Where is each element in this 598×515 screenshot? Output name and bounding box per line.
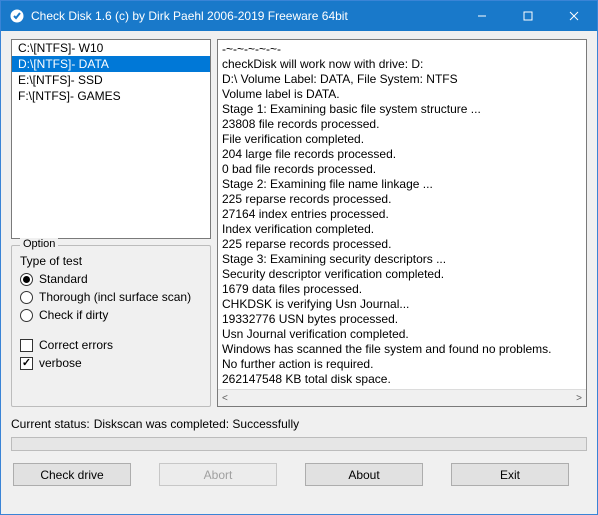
client-area: C:\[NTFS]- W10D:\[NTFS]- DATAE:\[NTFS]- … — [1, 31, 597, 514]
check-label: Correct errors — [39, 338, 113, 352]
drive-row[interactable]: F:\[NTFS]- GAMES — [12, 88, 210, 104]
output-line: 27164 index entries processed. — [222, 207, 582, 222]
output-line: Stage 1: Examining basic file system str… — [222, 102, 582, 117]
output-panel[interactable]: -~-~-~-~-~-checkDisk will work now with … — [217, 39, 587, 407]
type-of-test-label: Type of test — [20, 254, 202, 268]
output-line: 262147548 KB total disk space. — [222, 372, 582, 387]
about-button[interactable]: About — [305, 463, 423, 486]
options-group: Option Type of test Standard Thorough (i… — [11, 245, 211, 407]
output-line: 0 bad file records processed. — [222, 162, 582, 177]
output-line: File verification completed. — [222, 132, 582, 147]
window-controls — [459, 1, 597, 31]
radio-label: Standard — [39, 272, 88, 286]
radio-label: Check if dirty — [39, 308, 108, 322]
drive-row[interactable]: E:\[NTFS]- SSD — [12, 72, 210, 88]
checkbox-icon — [20, 357, 33, 370]
radio-thorough[interactable]: Thorough (incl surface scan) — [20, 290, 202, 304]
abort-button: Abort — [159, 463, 277, 486]
options-legend: Option — [20, 238, 58, 250]
output-line: 204 large file records processed. — [222, 147, 582, 162]
radio-label: Thorough (incl surface scan) — [39, 290, 191, 304]
status-value: Diskscan was completed: Successfully — [94, 417, 299, 431]
output-line: 19332776 USN bytes processed. — [222, 312, 582, 327]
radio-standard[interactable]: Standard — [20, 272, 202, 286]
output-line: Windows has scanned the file system and … — [222, 342, 582, 357]
drive-row[interactable]: C:\[NTFS]- W10 — [12, 40, 210, 56]
status-label: Current status: — [11, 417, 90, 431]
exit-button[interactable]: Exit — [451, 463, 569, 486]
output-line: 23808 file records processed. — [222, 117, 582, 132]
window-title: Check Disk 1.6 (c) by Dirk Paehl 2006-20… — [31, 9, 459, 23]
output-line: Stage 2: Examining file name linkage ... — [222, 177, 582, 192]
radio-icon — [20, 273, 33, 286]
output-line: Stage 3: Examining security descriptors … — [222, 252, 582, 267]
maximize-button[interactable] — [505, 1, 551, 31]
radio-icon — [20, 309, 33, 322]
output-line: 225 reparse records processed. — [222, 192, 582, 207]
close-button[interactable] — [551, 1, 597, 31]
radio-check-if-dirty[interactable]: Check if dirty — [20, 308, 202, 322]
output-line: 225 reparse records processed. — [222, 237, 582, 252]
output-line: Usn Journal verification completed. — [222, 327, 582, 342]
horizontal-scrollbar[interactable]: < > — [218, 389, 586, 406]
output-line: checkDisk will work now with drive: D: — [222, 57, 582, 72]
check-label: verbose — [39, 356, 82, 370]
output-line: CHKDSK is verifying Usn Journal... — [222, 297, 582, 312]
output-line: No further action is required. — [222, 357, 582, 372]
left-column: C:\[NTFS]- W10D:\[NTFS]- DATAE:\[NTFS]- … — [11, 39, 211, 407]
output-line: 1679 data files processed. — [222, 282, 582, 297]
check-drive-button[interactable]: Check drive — [13, 463, 131, 486]
output-line: -~-~-~-~-~- — [222, 42, 582, 57]
checkbox-icon — [20, 339, 33, 352]
minimize-button[interactable] — [459, 1, 505, 31]
status-line: Current status: Diskscan was completed: … — [11, 417, 587, 431]
output-lines: -~-~-~-~-~-checkDisk will work now with … — [218, 40, 586, 389]
check-verbose[interactable]: verbose — [20, 356, 202, 370]
drive-list[interactable]: C:\[NTFS]- W10D:\[NTFS]- DATAE:\[NTFS]- … — [11, 39, 211, 239]
scroll-left-icon[interactable]: < — [222, 393, 228, 404]
drive-row[interactable]: D:\[NTFS]- DATA — [12, 56, 210, 72]
app-window: Check Disk 1.6 (c) by Dirk Paehl 2006-20… — [0, 0, 598, 515]
output-line: Volume label is DATA. — [222, 87, 582, 102]
output-line: D:\ Volume Label: DATA, File System: NTF… — [222, 72, 582, 87]
check-correct-errors[interactable]: Correct errors — [20, 338, 202, 352]
button-row: Check drive Abort About Exit — [11, 463, 587, 486]
scroll-right-icon[interactable]: > — [576, 393, 582, 404]
radio-icon — [20, 291, 33, 304]
output-line: Index verification completed. — [222, 222, 582, 237]
upper-pane: C:\[NTFS]- W10D:\[NTFS]- DATAE:\[NTFS]- … — [11, 39, 587, 407]
output-line: Security descriptor verification complet… — [222, 267, 582, 282]
app-icon — [9, 8, 25, 24]
progress-bar — [11, 437, 587, 451]
titlebar[interactable]: Check Disk 1.6 (c) by Dirk Paehl 2006-20… — [1, 1, 597, 31]
